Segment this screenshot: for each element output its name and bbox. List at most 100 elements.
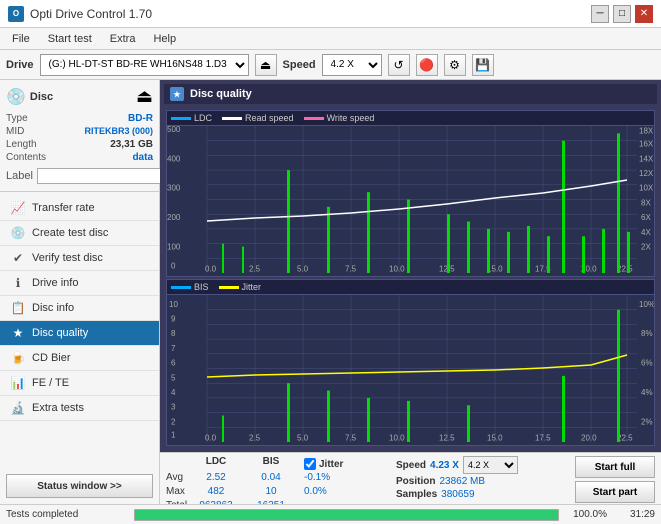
svg-text:14X: 14X — [639, 154, 654, 163]
speed-stat-value: 4.23 X — [430, 460, 459, 471]
minimize-button[interactable]: ─ — [591, 5, 609, 23]
svg-text:0: 0 — [171, 262, 176, 271]
burn-button[interactable]: 🔴 — [416, 54, 438, 76]
charts-area: LDC Read speed Write speed — [164, 108, 657, 448]
svg-text:8: 8 — [171, 329, 176, 338]
close-button[interactable]: ✕ — [635, 5, 653, 23]
disc-quality-panel: ★ Disc quality LDC Read speed — [160, 80, 661, 452]
action-buttons: Start full Start part — [575, 456, 655, 503]
max-label: Max — [166, 486, 186, 500]
nav-extra-tests[interactable]: 🔬 Extra tests — [0, 396, 159, 421]
jitter-checkbox[interactable] — [304, 458, 316, 470]
disc-info-icon: 📋 — [10, 301, 26, 315]
contents-value: data — [132, 152, 153, 163]
nav-create-test-disc[interactable]: 💿 Create test disc — [0, 221, 159, 246]
svg-text:1: 1 — [171, 431, 176, 440]
svg-text:10X: 10X — [639, 184, 654, 193]
nav-transfer-rate[interactable]: 📈 Transfer rate — [0, 196, 159, 221]
disc-label-label: Label — [6, 170, 33, 182]
svg-text:12.5: 12.5 — [439, 434, 455, 442]
svg-text:8X: 8X — [641, 198, 651, 207]
nav-drive-info[interactable]: ℹ Drive info — [0, 271, 159, 296]
eject-button[interactable]: ⏏ — [255, 54, 277, 76]
svg-text:4X: 4X — [641, 228, 651, 237]
start-full-button[interactable]: Start full — [575, 456, 655, 478]
settings-button[interactable]: ⚙ — [444, 54, 466, 76]
samples-value: 380659 — [441, 489, 474, 500]
nav-cd-bier-label: CD Bier — [32, 352, 71, 364]
type-label: Type — [6, 113, 28, 124]
nav-disc-quality-label: Disc quality — [32, 327, 88, 339]
status-percent: 100.0% — [567, 509, 607, 520]
drive-info-icon: ℹ — [10, 276, 26, 290]
nav-drive-info-label: Drive info — [32, 277, 78, 289]
speed-select[interactable]: 4.2 X — [322, 54, 382, 76]
nav-fe-te-label: FE / TE — [32, 377, 69, 389]
jitter-legend-color — [219, 286, 239, 289]
svg-text:4%: 4% — [641, 388, 653, 397]
svg-text:9: 9 — [171, 314, 176, 323]
menu-help[interactable]: Help — [145, 31, 184, 47]
drive-select[interactable]: (G:) HL-DT-ST BD-RE WH16NS48 1.D3 — [40, 54, 249, 76]
extra-tests-icon: 🔬 — [10, 401, 26, 415]
title-bar: O Opti Drive Control 1.70 ─ □ ✕ — [0, 0, 661, 28]
svg-text:5.0: 5.0 — [297, 265, 309, 273]
nav-create-test-disc-label: Create test disc — [32, 227, 108, 239]
length-label: Length — [6, 139, 37, 150]
disc-label-input[interactable] — [37, 168, 175, 184]
nav-verify-test-disc[interactable]: ✔ Verify test disc — [0, 246, 159, 271]
svg-text:6: 6 — [171, 359, 176, 368]
svg-text:5.0: 5.0 — [297, 434, 309, 442]
write-speed-legend-label: Write speed — [327, 113, 375, 123]
avg-ldc: 2.52 — [186, 472, 246, 486]
menu-file[interactable]: File — [4, 31, 38, 47]
svg-text:12X: 12X — [639, 169, 654, 178]
svg-text:18X: 18X — [639, 126, 654, 135]
disc-quality-icon: ★ — [10, 326, 26, 340]
speed-stat-select[interactable]: 4.2 X — [463, 456, 518, 474]
svg-text:2X: 2X — [641, 242, 651, 251]
max-jitter: 0.0% — [304, 486, 384, 500]
progress-container — [134, 509, 559, 521]
read-speed-legend: Read speed — [222, 113, 294, 123]
position-label: Position — [396, 476, 435, 487]
ldc-legend-label: LDC — [194, 113, 212, 123]
status-time: 31:29 — [615, 509, 655, 520]
bis-chart-svg: 10 9 8 7 6 5 4 3 2 1 10% 8% 6% — [167, 295, 654, 442]
refresh-button[interactable]: ↺ — [388, 54, 410, 76]
contents-label: Contents — [6, 152, 46, 163]
save-button[interactable]: 💾 — [472, 54, 494, 76]
jitter-col-header: Jitter — [319, 459, 343, 470]
transfer-rate-icon: 📈 — [10, 201, 26, 215]
svg-text:200: 200 — [167, 213, 181, 222]
nav-disc-info[interactable]: 📋 Disc info — [0, 296, 159, 321]
cd-bier-icon: 🍺 — [10, 351, 26, 365]
svg-text:300: 300 — [167, 184, 181, 193]
svg-text:20.0: 20.0 — [581, 434, 597, 442]
ldc-legend-color — [171, 117, 191, 120]
bis-chart: BIS Jitter — [166, 279, 655, 446]
disc-section-title: Disc — [30, 91, 53, 103]
nav-extra-tests-label: Extra tests — [32, 402, 84, 414]
menu-start-test[interactable]: Start test — [40, 31, 100, 47]
speed-stat-label: Speed — [396, 460, 426, 471]
write-speed-legend: Write speed — [304, 113, 375, 123]
verify-test-disc-icon: ✔ — [10, 251, 26, 265]
disc-eject-icon[interactable]: ⏏ — [136, 86, 153, 107]
svg-text:17.5: 17.5 — [535, 434, 551, 442]
svg-text:100: 100 — [167, 242, 181, 251]
nav-disc-info-label: Disc info — [32, 302, 74, 314]
start-part-button[interactable]: Start part — [575, 481, 655, 503]
status-window-button[interactable]: Status window >> — [6, 474, 153, 498]
bis-legend-color — [171, 286, 191, 289]
menu-extra[interactable]: Extra — [102, 31, 144, 47]
length-value: 23,31 GB — [110, 139, 153, 150]
svg-text:7: 7 — [171, 344, 176, 353]
ldc-col-header: LDC — [186, 456, 246, 472]
nav-fe-te[interactable]: 📊 FE / TE — [0, 371, 159, 396]
nav-cd-bier[interactable]: 🍺 CD Bier — [0, 346, 159, 371]
read-speed-legend-color — [222, 117, 242, 120]
maximize-button[interactable]: □ — [613, 5, 631, 23]
disc-quality-title: Disc quality — [190, 88, 252, 100]
nav-disc-quality[interactable]: ★ Disc quality — [0, 321, 159, 346]
